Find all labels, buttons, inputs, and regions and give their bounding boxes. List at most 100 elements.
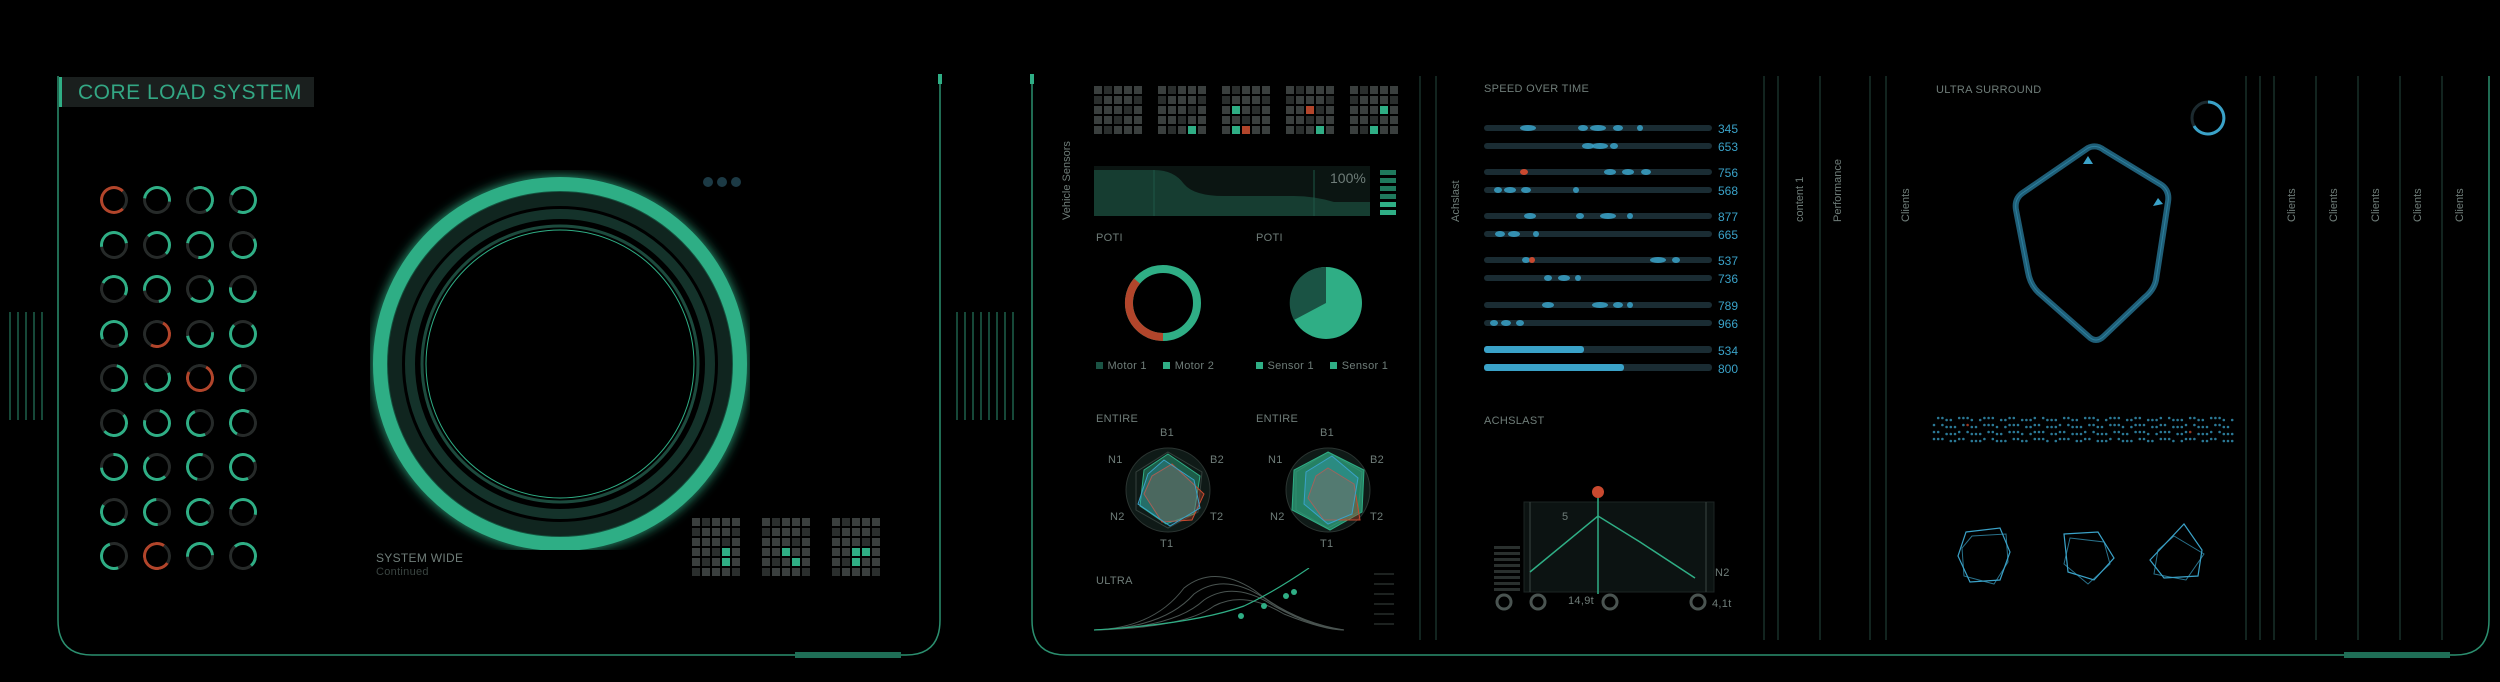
surround-dot xyxy=(2205,432,2209,436)
surround-dot xyxy=(1974,425,1978,429)
surround-dot xyxy=(2041,416,2045,420)
surround-dot xyxy=(1991,430,1995,434)
surround-dot xyxy=(2172,425,2175,429)
surround-dot xyxy=(1945,425,1948,429)
status-tile xyxy=(1350,96,1358,104)
clients-column-1: Clients xyxy=(2286,188,2298,222)
surround-dot xyxy=(2088,416,2091,420)
surround-dot xyxy=(2033,430,2037,434)
status-tile xyxy=(1390,126,1398,134)
surround-clients-label: Clients xyxy=(1900,188,1912,222)
entire-right-axis-n1: N1 xyxy=(1268,454,1283,466)
surround-dot xyxy=(2058,423,2062,427)
surround-poly-1 xyxy=(1957,527,2011,585)
achslast-label-a: 14,9t xyxy=(1568,595,1594,607)
surround-dot xyxy=(2142,430,2146,434)
surround-dot xyxy=(2096,439,2100,443)
surround-dot xyxy=(1941,423,1944,427)
status-tile xyxy=(1094,86,1102,94)
status-tile xyxy=(1370,96,1378,104)
status-tile xyxy=(1188,126,1196,134)
surround-dot xyxy=(1974,432,1978,436)
surround-dot xyxy=(2037,430,2041,434)
surround-dot xyxy=(2100,439,2104,443)
status-tile xyxy=(1262,116,1270,124)
entire-left-axis-n1: N1 xyxy=(1108,454,1123,466)
surround-dot xyxy=(1953,425,1957,429)
status-tile xyxy=(1252,126,1260,134)
surround-dot xyxy=(2109,437,2112,441)
surround-dot-strip xyxy=(1932,416,2234,443)
status-tile xyxy=(1262,86,1270,94)
surround-dot xyxy=(2096,432,2100,436)
surround-dot xyxy=(2130,418,2133,422)
surround-dot xyxy=(2205,425,2209,429)
status-tile xyxy=(1296,96,1304,104)
surround-dot xyxy=(2104,432,2108,436)
surround-dot xyxy=(2012,423,2016,427)
status-tile xyxy=(1158,126,1166,134)
surround-dot xyxy=(2214,423,2217,427)
status-tile xyxy=(1326,116,1334,124)
status-tile xyxy=(1178,106,1186,114)
status-tile xyxy=(1198,126,1206,134)
status-tile xyxy=(1242,116,1250,124)
surround-dot xyxy=(2188,430,2192,434)
surround-dot xyxy=(2125,432,2129,436)
legend-swatch-icon xyxy=(1163,362,1171,369)
surround-dot xyxy=(2092,423,2095,427)
status-tile xyxy=(1232,116,1240,124)
status-tile xyxy=(1296,106,1304,114)
status-tile xyxy=(1104,96,1112,104)
surround-dot xyxy=(2075,418,2079,422)
surround-dot xyxy=(2008,423,2011,427)
surround-dot xyxy=(2121,432,2125,436)
status-tile xyxy=(1124,106,1132,114)
surround-dot xyxy=(1970,418,1974,422)
achslast-side-label: Achslast xyxy=(1450,180,1462,222)
status-tile xyxy=(1306,126,1314,134)
status-tile xyxy=(1168,116,1176,124)
surround-dot xyxy=(2067,437,2070,441)
surround-dot xyxy=(2117,423,2121,427)
status-tile xyxy=(1380,126,1388,134)
status-tile xyxy=(1252,86,1260,94)
surround-dot xyxy=(2209,430,2213,434)
surround-poly-2 xyxy=(2063,531,2115,585)
achslast-axis-n2: N2 xyxy=(1715,567,1730,579)
status-tile xyxy=(1262,96,1270,104)
status-tile xyxy=(1370,126,1378,134)
surround-progress-ring[interactable] xyxy=(2188,98,2228,138)
status-tile xyxy=(1286,116,1294,124)
status-tile xyxy=(1222,126,1230,134)
status-tile xyxy=(1242,86,1250,94)
status-tile xyxy=(1158,116,1166,124)
surround-dot xyxy=(2151,425,2154,429)
surround-dot xyxy=(1999,439,2003,443)
surround-dot xyxy=(1949,432,1953,436)
surround-dot xyxy=(2092,416,2095,420)
surround-dot xyxy=(2176,432,2179,436)
status-tile xyxy=(1094,116,1102,124)
status-tile xyxy=(1198,106,1206,114)
poti-left-donut xyxy=(1124,265,1201,342)
surround-dot xyxy=(2083,430,2087,434)
surround-dot xyxy=(2134,423,2137,427)
status-tile xyxy=(1360,86,1368,94)
surround-dot xyxy=(2226,432,2230,436)
surround-dot xyxy=(1962,416,1965,420)
surround-dot xyxy=(2100,432,2104,436)
status-tile xyxy=(1188,106,1196,114)
surround-dot xyxy=(1957,416,1961,420)
surround-dot xyxy=(2176,425,2179,429)
status-tile xyxy=(1198,116,1206,124)
surround-dot xyxy=(2159,430,2163,434)
surround-dot xyxy=(2197,418,2200,422)
surround-dot xyxy=(1978,432,1982,436)
status-tile xyxy=(1360,106,1368,114)
status-tile xyxy=(1188,116,1196,124)
content-strip-label: content 1 xyxy=(1794,176,1806,222)
status-tile xyxy=(1286,86,1294,94)
status-tile xyxy=(1306,106,1314,114)
status-tile xyxy=(1360,126,1368,134)
